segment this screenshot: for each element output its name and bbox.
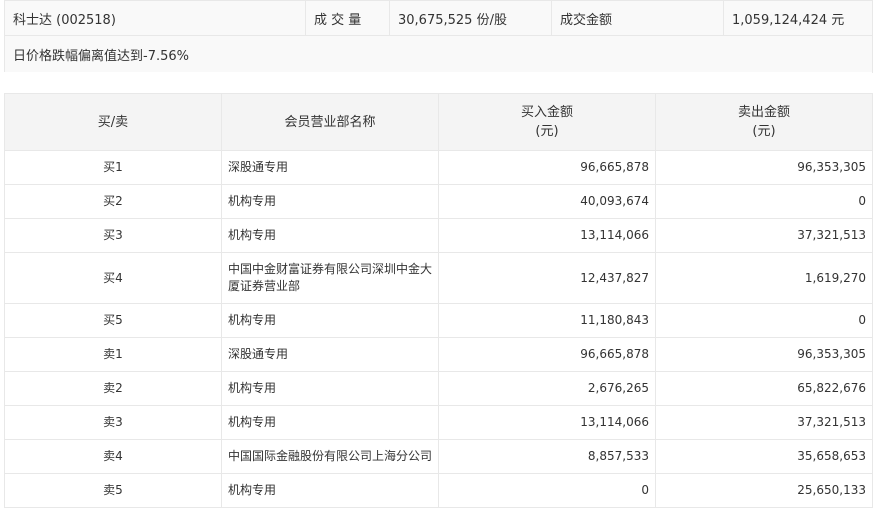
table-row: 买3 机构专用 13,114,066 37,321,513 (4, 218, 873, 253)
header-sell-amount: 卖出金额 (元) (655, 93, 873, 151)
table-row: 买4 中国中金财富证券有限公司深圳中金大厦证券营业部 12,437,827 1,… (4, 252, 873, 304)
cell-sell: 96,353,305 (655, 150, 873, 185)
cell-broker: 机构专用 (221, 303, 439, 338)
header-buy-amount: 买入金额 (元) (438, 93, 656, 151)
table-row: 卖3 机构专用 13,114,066 37,321,513 (4, 405, 873, 440)
cell-buy: 13,114,066 (438, 405, 656, 440)
table-row: 卖2 机构专用 2,676,265 65,822,676 (4, 371, 873, 406)
cell-side: 卖1 (4, 337, 222, 372)
summary-row: 科士达 (002518) 成 交 量 30,675,525 份/股 成交金额 1… (4, 0, 873, 36)
cell-broker: 深股通专用 (221, 337, 439, 372)
cell-sell: 0 (655, 303, 873, 338)
cell-sell: 1,619,270 (655, 252, 873, 304)
cell-side: 卖3 (4, 405, 222, 440)
volume-value: 30,675,525 份/股 (389, 0, 552, 36)
cell-side: 卖4 (4, 439, 222, 474)
header-side: 买/卖 (4, 93, 222, 151)
cell-side: 买3 (4, 218, 222, 253)
cell-side: 买1 (4, 150, 222, 185)
cell-sell: 96,353,305 (655, 337, 873, 372)
trades-header-row: 买/卖 会员营业部名称 买入金额 (元) 卖出金额 (元) (4, 93, 873, 151)
cell-buy: 40,093,674 (438, 184, 656, 219)
cell-buy: 0 (438, 473, 656, 508)
summary-table: 科士达 (002518) 成 交 量 30,675,525 份/股 成交金额 1… (4, 0, 873, 73)
table-row: 买5 机构专用 11,180,843 0 (4, 303, 873, 338)
cell-sell: 25,650,133 (655, 473, 873, 508)
header-buy-unit: (元) (535, 124, 559, 139)
cell-buy: 12,437,827 (438, 252, 656, 304)
stock-name: 科士达 (002518) (4, 0, 306, 36)
table-row: 卖5 机构专用 0 25,650,133 (4, 473, 873, 508)
turnover-value: 1,059,124,424 元 (723, 0, 873, 36)
cell-broker: 机构专用 (221, 405, 439, 440)
section-gap (4, 72, 872, 93)
reason-row: 日价格跌幅偏离值达到-7.56% (4, 35, 873, 73)
cell-sell: 65,822,676 (655, 371, 873, 406)
table-row: 卖1 深股通专用 96,665,878 96,353,305 (4, 337, 873, 372)
cell-buy: 2,676,265 (438, 371, 656, 406)
cell-sell: 0 (655, 184, 873, 219)
cell-buy: 96,665,878 (438, 150, 656, 185)
cell-sell: 35,658,653 (655, 439, 873, 474)
cell-buy: 11,180,843 (438, 303, 656, 338)
turnover-label: 成交金额 (551, 0, 724, 36)
cell-broker: 机构专用 (221, 184, 439, 219)
header-sell-unit: (元) (752, 124, 776, 139)
cell-broker: 深股通专用 (221, 150, 439, 185)
trades-table: 买/卖 会员营业部名称 买入金额 (元) 卖出金额 (元) 买1 深股通专用 9… (4, 93, 873, 508)
reason-text: 日价格跌幅偏离值达到-7.56% (4, 35, 873, 73)
cell-side: 卖2 (4, 371, 222, 406)
cell-buy: 8,857,533 (438, 439, 656, 474)
header-buy-label: 买入金额 (520, 105, 573, 120)
table-row: 买2 机构专用 40,093,674 0 (4, 184, 873, 219)
cell-broker: 机构专用 (221, 473, 439, 508)
cell-broker: 机构专用 (221, 218, 439, 253)
cell-side: 卖5 (4, 473, 222, 508)
cell-buy: 13,114,066 (438, 218, 656, 253)
cell-buy: 96,665,878 (438, 337, 656, 372)
cell-broker: 机构专用 (221, 371, 439, 406)
cell-side: 买5 (4, 303, 222, 338)
header-broker: 会员营业部名称 (221, 93, 439, 151)
cell-sell: 37,321,513 (655, 405, 873, 440)
cell-sell: 37,321,513 (655, 218, 873, 253)
table-row: 买1 深股通专用 96,665,878 96,353,305 (4, 150, 873, 185)
cell-side: 买4 (4, 252, 222, 304)
header-sell-label: 卖出金额 (737, 105, 790, 120)
volume-label: 成 交 量 (305, 0, 390, 36)
cell-broker: 中国中金财富证券有限公司深圳中金大厦证券营业部 (221, 252, 439, 304)
cell-broker: 中国国际金融股份有限公司上海分公司 (221, 439, 439, 474)
table-row: 卖4 中国国际金融股份有限公司上海分公司 8,857,533 35,658,65… (4, 439, 873, 474)
cell-side: 买2 (4, 184, 222, 219)
